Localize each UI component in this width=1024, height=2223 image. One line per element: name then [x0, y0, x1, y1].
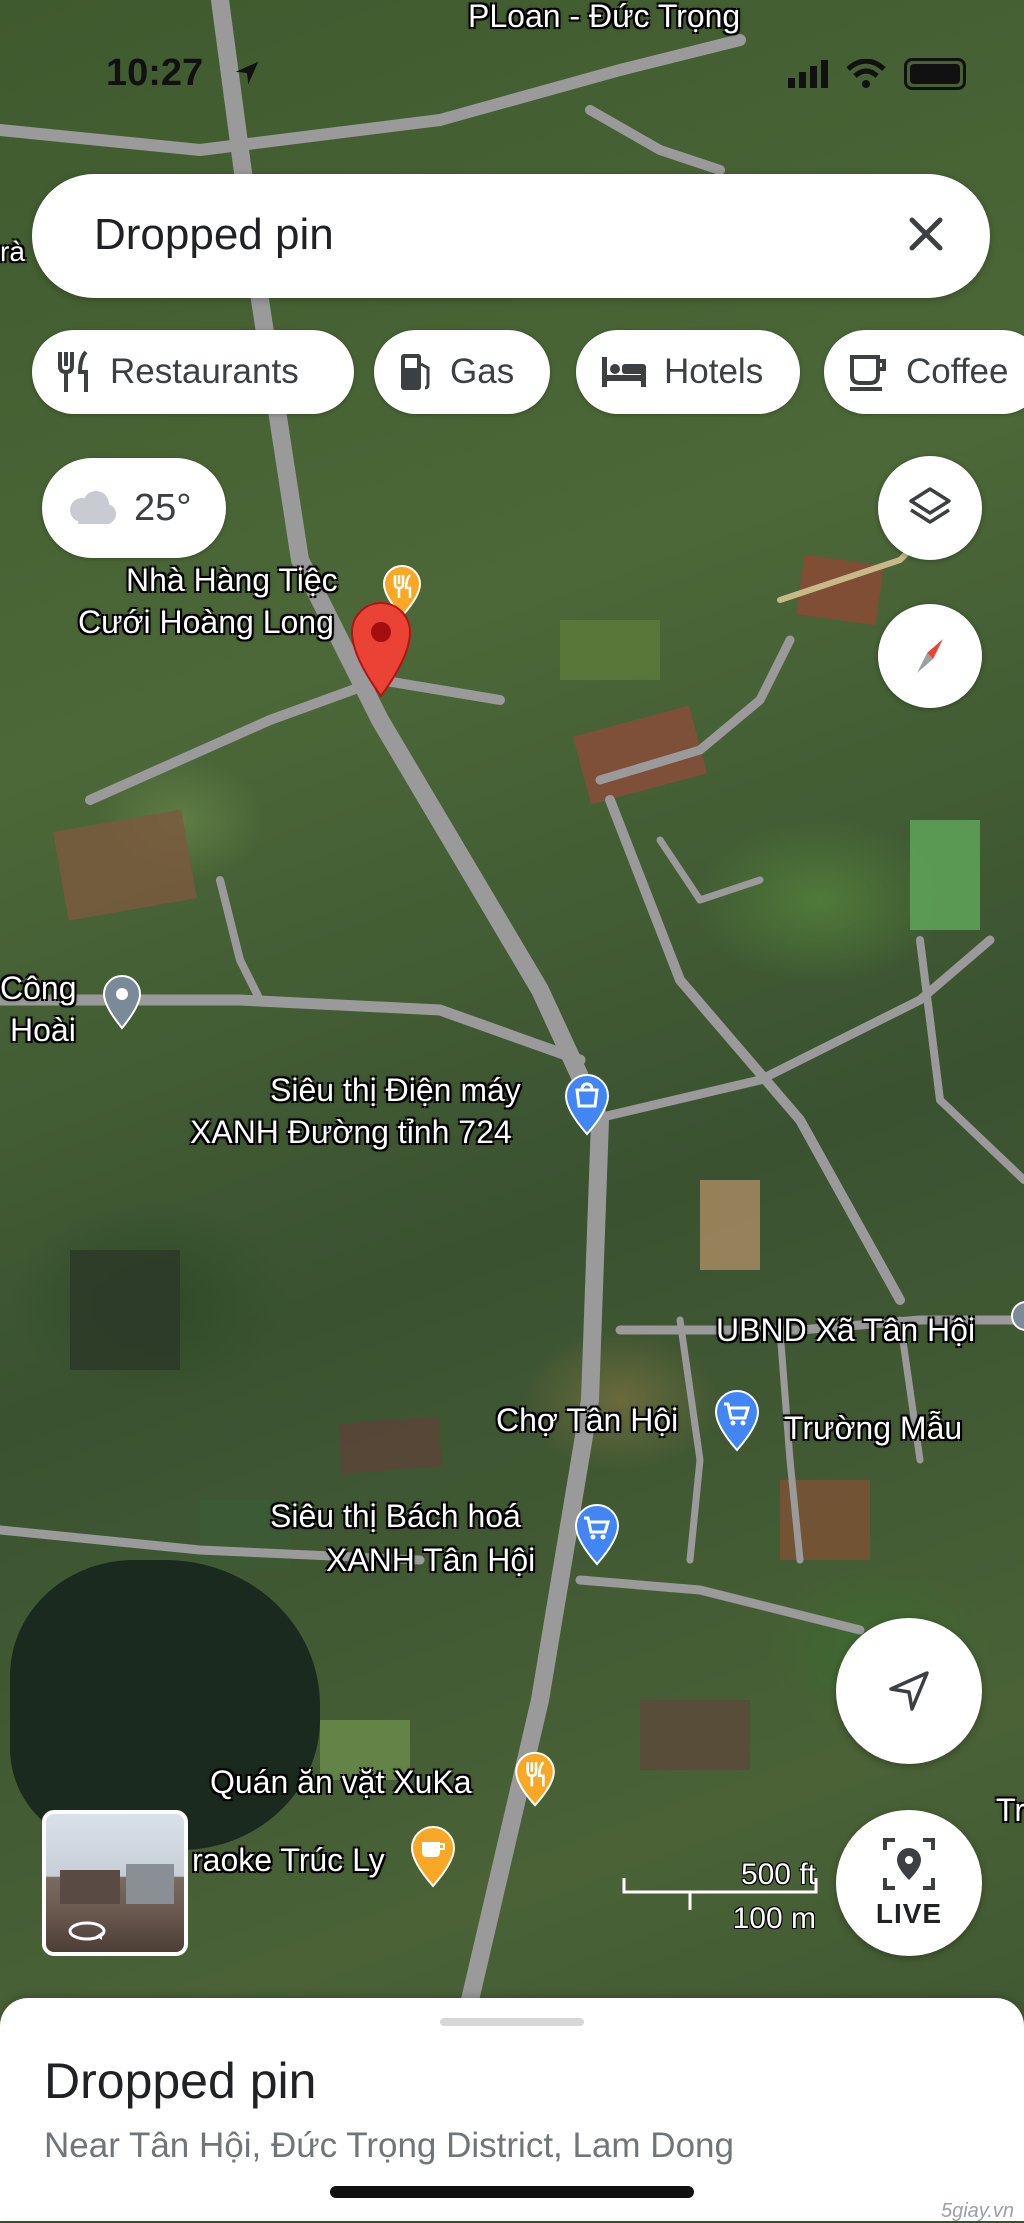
shopping-poi-icon[interactable]	[562, 1074, 612, 1136]
road	[916, 936, 1024, 1184]
place-label[interactable]: raoke Trúc Ly	[192, 1840, 385, 1880]
place-label[interactable]: Siêu thị Điện máy	[270, 1070, 521, 1110]
chip-hotels[interactable]: Hotels	[576, 330, 800, 414]
coffee-icon	[850, 355, 886, 391]
weather-temperature: 25°	[134, 486, 192, 529]
chip-label: Coffee	[906, 352, 1009, 391]
map-scale: 500 ft 100 m	[620, 1858, 820, 1938]
search-input[interactable]: Dropped pin	[94, 210, 334, 260]
shopping-cart-poi-icon[interactable]	[572, 1504, 622, 1566]
street-view-house	[126, 1864, 174, 1904]
ar-location-icon	[883, 1838, 935, 1890]
cloud-icon	[70, 491, 116, 524]
shopping-cart-poi-icon[interactable]	[712, 1390, 762, 1452]
place-label: Tr	[996, 1792, 1024, 1828]
close-icon[interactable]	[894, 202, 958, 266]
place-label[interactable]: Công	[0, 968, 77, 1008]
road	[85, 675, 505, 805]
chip-label: Restaurants	[110, 352, 299, 391]
place-label[interactable]: Siêu thị Bách hoá	[270, 1496, 521, 1536]
category-chips: Restaurants Gas Hotels Coffee	[32, 330, 1024, 416]
rotate-360-icon	[68, 1921, 106, 1941]
place-label[interactable]: XANH Đường tỉnh 724	[190, 1112, 512, 1152]
weather-pill[interactable]: 25°	[42, 458, 226, 558]
wifi-icon	[846, 59, 886, 88]
restaurant-poi-icon[interactable]	[512, 1750, 558, 1808]
gas-icon	[401, 354, 430, 390]
street-view-house	[60, 1870, 120, 1904]
place-label[interactable]: XANH Tân Hội	[326, 1540, 535, 1580]
my-location-button[interactable]	[836, 1618, 982, 1764]
chip-gas[interactable]: Gas	[374, 330, 550, 414]
live-label: LIVE	[875, 1898, 943, 1929]
status-time: 10:27	[106, 52, 204, 94]
scale-metric: 100 m	[732, 1902, 816, 1935]
restaurant-icon	[58, 350, 88, 392]
chip-label: Gas	[450, 352, 515, 391]
location-arrow-icon	[235, 61, 259, 85]
place-label[interactable]: Quán ăn vặt XuKa	[210, 1762, 472, 1802]
place-poi-icon[interactable]	[100, 974, 144, 1030]
watermark: 5giay.vn	[940, 2200, 1014, 2222]
live-view-button[interactable]: LIVE	[836, 1810, 982, 1956]
place-bottom-sheet[interactable]: Dropped pin Near Tân Hội, Đức Trọng Dist…	[0, 1998, 1024, 2222]
layers-button[interactable]	[878, 456, 982, 560]
road	[575, 1575, 865, 1635]
coffee-poi-icon[interactable]	[408, 1826, 458, 1888]
compass-button[interactable]	[878, 604, 982, 708]
place-label[interactable]: Nhà Hàng Tiệc	[126, 560, 338, 600]
hotel-icon	[602, 357, 646, 387]
dropped-pin-marker[interactable]	[346, 598, 416, 698]
street-view-thumbnail[interactable]	[42, 1810, 188, 1956]
place-label[interactable]: PLoan - Đức Trọng	[468, 0, 740, 36]
place-label: rà	[0, 236, 25, 267]
layers-icon	[909, 487, 951, 524]
place-label[interactable]: Cưới Hoàng Long	[78, 602, 334, 642]
road	[0, 994, 586, 1066]
place-label[interactable]: Hoài	[10, 1010, 76, 1050]
road	[656, 836, 764, 904]
place-label[interactable]: UBND Xã Tân Hội	[716, 1310, 975, 1350]
battery-icon	[904, 58, 966, 90]
navigation-arrow-icon	[889, 1671, 929, 1711]
place-address: Near Tân Hội, Đức Trọng District, Lam Do…	[44, 2126, 734, 2165]
cellular-signal-icon	[788, 60, 828, 88]
drag-handle[interactable]	[440, 2018, 584, 2026]
home-indicator	[330, 2186, 694, 2198]
chip-label: Hotels	[664, 352, 764, 391]
place-title: Dropped pin	[44, 2053, 317, 2109]
place-label[interactable]: Trường Mẫu	[784, 1408, 962, 1448]
place-poi-icon[interactable]	[1010, 1300, 1024, 1350]
road	[216, 876, 264, 1004]
chip-restaurants[interactable]: Restaurants	[32, 330, 354, 414]
chip-coffee[interactable]: Coffee	[824, 330, 1024, 414]
road	[676, 1316, 704, 1564]
road	[605, 795, 905, 1305]
road	[595, 635, 795, 785]
place-label[interactable]: Chợ Tân Hội	[496, 1400, 678, 1440]
search-bar[interactable]: Dropped pin	[32, 174, 990, 298]
compass-icon	[917, 639, 943, 673]
